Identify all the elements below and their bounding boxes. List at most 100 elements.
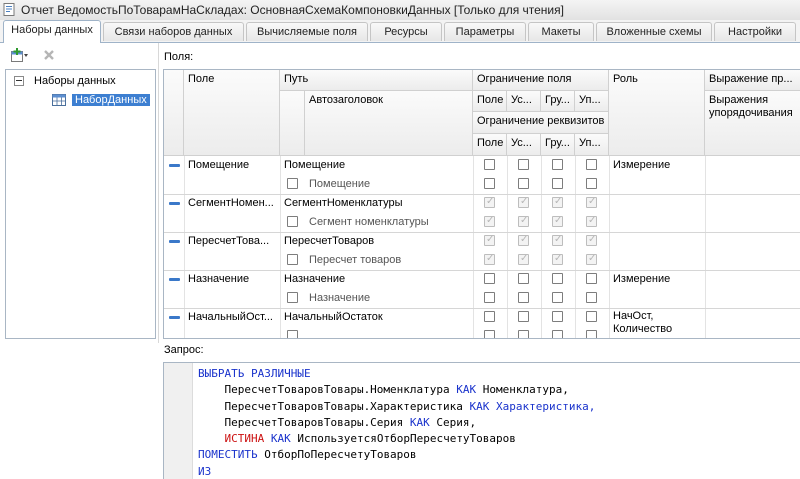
attr-restriction-checkbox[interactable] bbox=[586, 253, 597, 265]
header-restr-cond[interactable]: Ус... bbox=[507, 91, 541, 112]
attr-restriction-checkbox[interactable] bbox=[518, 292, 529, 303]
tab-calculated-fields[interactable]: Вычисляемые поля bbox=[246, 22, 368, 41]
cell-title[interactable]: Помещение bbox=[305, 177, 473, 191]
attr-restriction-checkbox[interactable] bbox=[586, 292, 597, 303]
attr-restriction-checkbox[interactable] bbox=[586, 330, 597, 338]
header-attr-field[interactable]: Поле bbox=[473, 134, 507, 156]
tab-resources[interactable]: Ресурсы bbox=[370, 22, 442, 41]
tab-templates[interactable]: Макеты bbox=[528, 22, 594, 41]
header-order-expression[interactable]: Выражения упорядочивания bbox=[705, 91, 800, 156]
collapse-icon[interactable] bbox=[14, 76, 24, 86]
attr-restriction-checkbox[interactable] bbox=[484, 330, 495, 338]
add-dataset-icon[interactable] bbox=[11, 48, 29, 62]
cell-path[interactable]: ПересчетТоваров bbox=[280, 234, 473, 248]
header-sub-gutter bbox=[280, 91, 305, 156]
attr-restriction-checkbox[interactable] bbox=[552, 253, 563, 265]
tab-datasets[interactable]: Наборы данных bbox=[3, 20, 101, 43]
query-text[interactable]: ВЫБРАТЬ РАЗЛИЧНЫЕ ПересчетТоваровТовары.… bbox=[198, 366, 595, 479]
attr-restriction-checkbox[interactable] bbox=[586, 215, 597, 227]
restriction-checkbox[interactable] bbox=[518, 273, 529, 284]
attr-restriction-checkbox[interactable] bbox=[586, 178, 597, 189]
header-attr-restriction[interactable]: Ограничение реквизитов bbox=[473, 112, 609, 134]
tree-item-label: НаборДанных bbox=[72, 94, 150, 106]
splitter[interactable] bbox=[158, 43, 159, 343]
attr-restriction-checkbox[interactable] bbox=[518, 178, 529, 189]
restriction-checkbox[interactable] bbox=[552, 159, 563, 170]
attr-restriction-checkbox[interactable] bbox=[484, 178, 495, 189]
restriction-checkbox[interactable] bbox=[518, 311, 529, 322]
autotitle-checkbox[interactable] bbox=[287, 254, 298, 265]
cell-role[interactable]: Измерение bbox=[609, 272, 705, 286]
autotitle-checkbox[interactable] bbox=[287, 178, 298, 189]
tab-settings[interactable]: Настройки bbox=[714, 22, 796, 41]
header-path[interactable]: Путь bbox=[280, 70, 473, 91]
header-attr-cond[interactable]: Ус... bbox=[507, 134, 541, 156]
attr-restriction-checkbox[interactable] bbox=[484, 215, 495, 227]
restriction-checkbox[interactable] bbox=[484, 273, 495, 284]
cell-title[interactable]: Сегмент номенклатуры bbox=[305, 215, 473, 229]
restriction-checkbox[interactable] bbox=[586, 159, 597, 170]
cell-field[interactable]: НачальныйОст... bbox=[184, 310, 280, 324]
restriction-checkbox[interactable] bbox=[552, 273, 563, 284]
tree-item-dataset[interactable]: НаборДанных bbox=[52, 92, 150, 108]
attr-restriction-checkbox[interactable] bbox=[484, 292, 495, 303]
attr-restriction-checkbox[interactable] bbox=[552, 330, 563, 338]
autotitle-checkbox[interactable] bbox=[287, 330, 298, 338]
restriction-checkbox[interactable] bbox=[552, 196, 563, 208]
cell-role[interactable]: НачОст, Количество bbox=[609, 310, 705, 336]
attr-restriction-checkbox[interactable] bbox=[518, 215, 529, 227]
tree-root-label: Наборы данных bbox=[34, 75, 116, 87]
restriction-checkbox[interactable] bbox=[586, 273, 597, 284]
cell-field[interactable]: ПересчетТова... bbox=[184, 234, 280, 248]
header-field[interactable]: Поле bbox=[184, 70, 280, 156]
header-restr-order[interactable]: Уп... bbox=[575, 91, 609, 112]
header-attr-group[interactable]: Гру... bbox=[541, 134, 575, 156]
restriction-checkbox[interactable] bbox=[518, 234, 529, 246]
restriction-checkbox[interactable] bbox=[518, 159, 529, 170]
header-restr-field[interactable]: Поле bbox=[473, 91, 507, 112]
tab-nested-schemas[interactable]: Вложенные схемы bbox=[596, 22, 712, 41]
autotitle-checkbox[interactable] bbox=[287, 216, 298, 227]
tab-dataset-links[interactable]: Связи наборов данных bbox=[103, 22, 244, 41]
restriction-checkbox[interactable] bbox=[518, 196, 529, 208]
restriction-checkbox[interactable] bbox=[484, 311, 495, 322]
cell-field[interactable]: Назначение bbox=[184, 272, 280, 286]
cell-path[interactable]: НачальныйОстаток bbox=[280, 310, 473, 324]
tab-parameters[interactable]: Параметры bbox=[444, 22, 526, 41]
restriction-checkbox[interactable] bbox=[586, 311, 597, 322]
cell-path[interactable]: Назначение bbox=[280, 272, 473, 286]
restriction-checkbox[interactable] bbox=[484, 196, 495, 208]
restriction-checkbox[interactable] bbox=[552, 311, 563, 322]
cell-title[interactable]: Пересчет товаров bbox=[305, 253, 473, 267]
attr-restriction-checkbox[interactable] bbox=[552, 178, 563, 189]
header-attr-order[interactable]: Уп... bbox=[575, 134, 609, 156]
restriction-checkbox[interactable] bbox=[552, 234, 563, 246]
restriction-checkbox[interactable] bbox=[586, 234, 597, 246]
restriction-checkbox[interactable] bbox=[586, 196, 597, 208]
query-token: ПересчетТоваровТовары.Характеристика bbox=[198, 399, 470, 413]
restriction-checkbox[interactable] bbox=[484, 234, 495, 246]
cell-role[interactable]: Измерение bbox=[609, 158, 705, 172]
cell-title[interactable]: Назначение bbox=[305, 291, 473, 305]
cell-path[interactable]: СегментНоменклатуры bbox=[280, 196, 473, 210]
header-restriction[interactable]: Ограничение поля bbox=[473, 70, 609, 91]
query-editor[interactable]: ВЫБРАТЬ РАЗЛИЧНЫЕ ПересчетТоваровТовары.… bbox=[163, 362, 800, 479]
attr-restriction-checkbox[interactable] bbox=[518, 330, 529, 338]
header-expression[interactable]: Выражение пр... bbox=[705, 70, 800, 91]
restriction-checkbox[interactable] bbox=[484, 159, 495, 170]
autotitle-checkbox[interactable] bbox=[287, 292, 298, 303]
tree-root[interactable]: Наборы данных bbox=[10, 73, 116, 89]
query-token: КАК bbox=[409, 415, 430, 429]
delete-icon[interactable] bbox=[42, 48, 56, 62]
attr-restriction-checkbox[interactable] bbox=[552, 292, 563, 303]
attr-restriction-checkbox[interactable] bbox=[552, 215, 563, 227]
query-token: КАК Характеристика, bbox=[469, 399, 596, 413]
header-role[interactable]: Роль bbox=[609, 70, 705, 156]
header-restr-group[interactable]: Гру... bbox=[541, 91, 575, 112]
cell-field[interactable]: СегментНомен... bbox=[184, 196, 280, 210]
attr-restriction-checkbox[interactable] bbox=[484, 253, 495, 265]
header-autotitle[interactable]: Автозаголовок bbox=[305, 91, 473, 156]
attr-restriction-checkbox[interactable] bbox=[518, 253, 529, 265]
cell-field[interactable]: Помещение bbox=[184, 158, 280, 172]
cell-path[interactable]: Помещение bbox=[280, 158, 473, 172]
